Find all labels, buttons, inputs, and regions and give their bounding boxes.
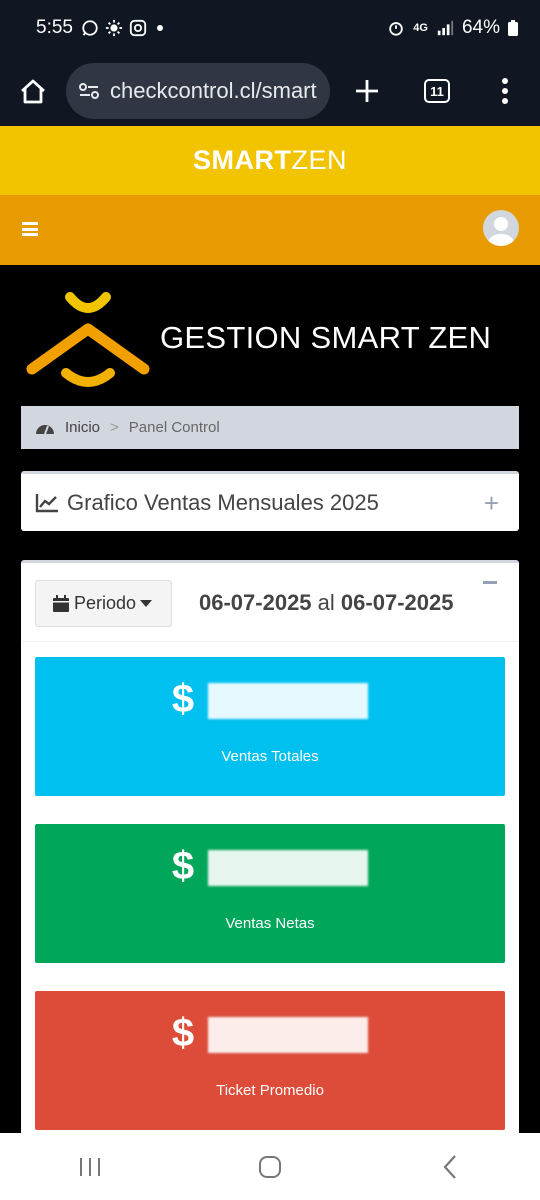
system-navigation-bar xyxy=(0,1133,540,1200)
periodo-dropdown-button[interactable]: Periodo xyxy=(35,580,172,627)
back-chevron-icon xyxy=(443,1154,456,1179)
brightness-icon xyxy=(105,19,123,37)
plus-icon xyxy=(356,80,378,102)
collapse-button[interactable] xyxy=(483,581,497,584)
network-label: 4G xyxy=(413,22,428,34)
stat-label: Ventas Totales xyxy=(221,748,319,765)
currency-symbol: $ xyxy=(171,677,195,721)
more-vert-icon xyxy=(502,78,508,104)
site-settings-icon[interactable] xyxy=(78,81,100,101)
brand-light: ZEN xyxy=(291,145,347,175)
alarm-icon xyxy=(389,22,404,36)
stat-label: Ventas Netas xyxy=(225,915,315,932)
stat-label: Ticket Promedio xyxy=(216,1082,324,1099)
home-icon xyxy=(21,79,45,104)
brand-logo-bar[interactable]: SMART ZEN xyxy=(0,126,540,195)
line-chart-icon xyxy=(35,493,58,512)
new-tab-button[interactable] xyxy=(330,56,404,126)
breadcrumb-home[interactable]: Inicio xyxy=(65,419,100,436)
recents-icon xyxy=(80,1157,100,1176)
battery-icon xyxy=(508,20,518,36)
signal-icon xyxy=(437,20,454,36)
breadcrumb-current: Panel Control xyxy=(128,419,220,436)
instagram-icon xyxy=(129,19,147,37)
expand-button[interactable]: + xyxy=(484,488,499,519)
breadcrumb-separator: > xyxy=(110,419,119,436)
stat-ventas-totales: $ Ventas Totales xyxy=(35,657,505,796)
chart-box: Grafico Ventas Mensuales 2025 + xyxy=(21,471,519,531)
currency-symbol: $ xyxy=(171,1011,195,1055)
user-avatar[interactable] xyxy=(483,210,519,246)
redacted-amount xyxy=(208,850,369,887)
battery-level: 64% xyxy=(461,17,500,38)
top-navbar xyxy=(0,195,540,265)
recents-button[interactable] xyxy=(60,1137,120,1197)
redacted-amount xyxy=(208,1017,369,1054)
browser-toolbar: checkcontrol.cl/smart 11 xyxy=(0,56,540,126)
home-nav-button[interactable] xyxy=(240,1137,300,1197)
whatsapp-icon xyxy=(82,20,98,36)
browser-menu-button[interactable] xyxy=(470,56,540,126)
currency-symbol: $ xyxy=(171,844,195,888)
date-range: 06-07-2025 al 06-07-2025 xyxy=(199,590,453,616)
redacted-amount xyxy=(208,683,369,720)
address-bar[interactable]: checkcontrol.cl/smart xyxy=(66,63,330,119)
url-text: checkcontrol.cl/smart xyxy=(110,78,317,103)
periodo-label: Periodo xyxy=(74,593,137,613)
page-title: GESTION SMART ZEN xyxy=(160,320,492,355)
tab-count: 11 xyxy=(424,79,450,103)
status-bar: 5:55 4G 64% xyxy=(0,0,540,56)
brand-bold: SMART xyxy=(193,145,292,175)
stat-ticket-promedio: $ Ticket Promedio xyxy=(35,991,505,1130)
user-icon xyxy=(488,217,514,246)
caret-down-icon xyxy=(140,600,153,607)
back-button[interactable] xyxy=(420,1137,480,1197)
date-to: 06-07-2025 xyxy=(340,590,454,615)
summary-box: Periodo 06-07-2025 al 06-07-2025 $ Venta… xyxy=(21,560,519,1140)
zen-logo-icon xyxy=(26,292,150,387)
status-time: 5:55 xyxy=(36,17,73,38)
stat-ventas-netas: $ Ventas Netas xyxy=(35,824,505,963)
sidebar-toggle-icon[interactable] xyxy=(22,222,38,236)
chart-box-title: Grafico Ventas Mensuales 2025 xyxy=(67,489,379,515)
calendar-icon xyxy=(53,594,69,612)
notification-dot xyxy=(156,25,163,31)
date-from: 06-07-2025 xyxy=(199,590,312,615)
dashboard-icon xyxy=(36,424,54,434)
tab-switcher-button[interactable]: 11 xyxy=(404,56,470,126)
breadcrumb: Inicio > Panel Control xyxy=(21,406,519,449)
date-connector: al xyxy=(317,590,335,615)
home-circle-icon xyxy=(259,1155,281,1178)
home-button[interactable] xyxy=(0,56,66,126)
